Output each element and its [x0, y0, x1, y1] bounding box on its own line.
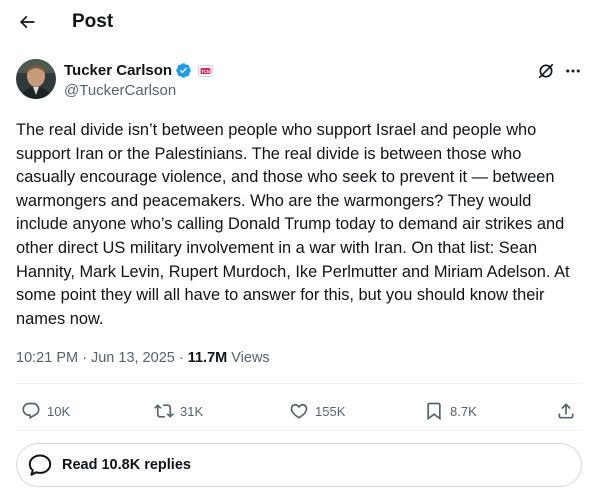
bookmark-icon [427, 402, 441, 421]
like-button[interactable]: 155K [289, 398, 345, 424]
like-count: 155K [315, 403, 346, 419]
reply-icon [22, 402, 40, 420]
avatar-image [16, 59, 56, 99]
grok-icon [538, 63, 554, 79]
avatar[interactable] [16, 59, 56, 99]
author-handle[interactable]: @TuckerCarlson [64, 82, 176, 99]
share-button[interactable] [556, 398, 576, 424]
action-bar: 10K 31K 155K 8.7K [0, 398, 599, 424]
post-meta: 10:21 PM · Jun 13, 2025 · 11.7M Views [16, 350, 270, 366]
top-bar: Post [0, 0, 599, 46]
post-time[interactable]: 10:21 PM [16, 350, 78, 366]
page-title: Post [72, 11, 114, 32]
heart-icon [290, 403, 308, 419]
more-options-button[interactable] [562, 61, 584, 81]
post-date[interactable]: Jun 13, 2025 [91, 350, 175, 366]
verified-badge-icon [175, 62, 192, 79]
divider-top [16, 383, 582, 384]
svg-text:TCN: TCN [201, 68, 210, 73]
affiliation-badge-icon[interactable]: TCN [198, 64, 214, 77]
author-name-text: Tucker Carlson [64, 62, 173, 79]
read-replies-button[interactable]: Read 10.8K replies [16, 443, 582, 487]
meta-separator-2: · [174, 350, 188, 366]
back-button[interactable] [12, 7, 42, 37]
author-name[interactable]: Tucker Carlson TCN [64, 62, 214, 79]
views-label: Views [231, 350, 270, 366]
speech-bubble-icon [28, 454, 52, 476]
meta-separator: · [78, 350, 91, 366]
share-icon [558, 403, 574, 419]
views-count[interactable]: 11.7M [188, 350, 228, 366]
arrow-left-icon [19, 15, 35, 29]
bookmark-button[interactable]: 8.7K [424, 398, 477, 424]
more-horizontal-icon [566, 69, 580, 73]
repost-icon [154, 404, 174, 418]
grok-button[interactable] [536, 61, 556, 81]
read-replies-label: Read 10.8K replies [62, 457, 191, 473]
repost-count: 31K [180, 403, 204, 419]
divider-bottom [16, 430, 582, 431]
reply-button[interactable]: 10K [21, 398, 70, 424]
bookmark-count: 8.7K [450, 403, 477, 419]
repost-button[interactable]: 31K [154, 398, 203, 424]
reply-count: 10K [47, 403, 71, 419]
post-text: The real divide isn’t between people who… [16, 121, 570, 328]
